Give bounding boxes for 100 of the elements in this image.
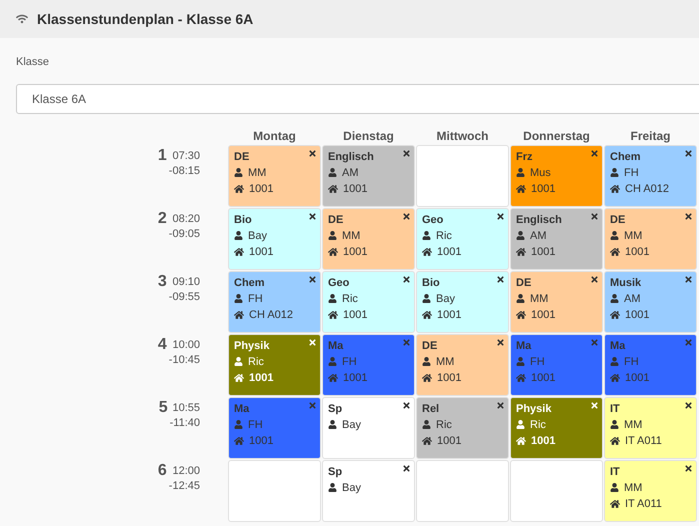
teacher-label: FH [624,166,639,180]
home-icon [516,436,526,446]
end-time: -12:45 [168,478,200,494]
lesson-card[interactable]: Rel Ric 1001 [416,396,509,458]
lesson-card[interactable]: Sp Bay [322,460,415,522]
teacher-label: MM [624,228,642,244]
lesson-card[interactable]: IT MM IT A011 [604,460,697,522]
lesson-card[interactable]: DE MM 1001 [322,208,415,270]
teacher-label: FH [342,354,357,370]
person-icon [234,231,243,240]
close-icon[interactable] [684,148,693,158]
teacher-label: Ric [342,292,358,306]
home-icon [328,372,338,382]
lesson-card[interactable]: Chem FH CH A012 [604,144,697,206]
room-label: 1001 [343,182,368,196]
lesson-card[interactable]: Sp Bay [322,396,415,458]
subject-label: Bio [234,212,252,228]
close-icon[interactable] [590,274,599,284]
teacher-label: Ric [530,418,546,432]
room-label: 1001 [437,244,462,260]
close-icon[interactable] [684,274,693,284]
close-icon[interactable] [402,212,411,220]
teacher-label: MM [342,228,360,244]
home-icon [234,372,244,382]
person-icon [516,294,525,303]
lesson-card[interactable]: DE MM 1001 [416,334,509,396]
home-icon [234,436,244,446]
close-icon[interactable] [308,148,317,158]
person-icon [610,483,619,492]
close-icon[interactable] [496,338,505,346]
room-label: 1001 [249,182,274,196]
room-label: 1001 [249,244,274,260]
page-title: Klassenstundenplan - Klasse 6A [37,10,254,29]
room-label: 1001 [531,308,556,322]
home-icon [610,246,620,256]
home-icon [422,310,432,320]
subject-label: DE [328,212,344,228]
close-icon[interactable] [590,148,599,158]
subject-label: IT [610,464,620,480]
room-label: 1001 [343,370,368,386]
person-icon [610,420,619,429]
close-icon[interactable] [590,212,599,220]
lesson-card[interactable]: Physik Ric 1001 [510,396,603,458]
person-icon [328,231,337,240]
lesson-card[interactable]: DE MM 1001 [228,144,321,206]
close-icon[interactable] [308,274,317,284]
subject-label: Ma [234,402,250,416]
lesson-card[interactable]: DE MM 1001 [604,208,697,270]
person-icon [234,420,243,429]
start-time: 09:10 [172,274,200,290]
teacher-label: FH [248,418,263,432]
person-icon [328,483,337,492]
home-icon [234,246,244,256]
home-icon [328,310,338,320]
lesson-card[interactable]: Bio Bay 1001 [416,270,509,332]
room-label: 1001 [531,244,556,260]
lesson-card[interactable]: DE MM 1001 [510,270,603,332]
close-icon[interactable] [684,212,693,220]
person-icon [234,294,243,303]
period-number: 4 [158,336,167,354]
class-select[interactable]: Klasse 6A [16,84,699,114]
close-icon[interactable] [402,464,411,472]
lesson-card[interactable]: Bio Bay 1001 [228,208,321,270]
subject-label: Chem [610,150,641,164]
close-icon[interactable] [684,400,693,410]
lesson-card[interactable]: Geo Ric 1001 [322,270,415,332]
period-number: 1 [158,146,167,164]
teacher-label: Bay [342,418,361,432]
close-icon[interactable] [496,400,505,410]
room-label: 1001 [343,244,368,260]
subject-label: Geo [422,212,444,228]
lesson-card[interactable]: Englisch AM 1001 [322,144,415,206]
lesson-card[interactable]: IT MM IT A011 [604,396,697,458]
room-label: 1001 [625,370,650,386]
day-header: Freitag [629,128,672,144]
room-label: 1001 [625,244,650,260]
person-icon [610,168,619,177]
end-time: -11:40 [170,416,200,430]
lesson-card[interactable]: Musik AM 1001 [604,270,697,332]
room-label: CH A012 [249,308,294,322]
lesson-card[interactable]: Englisch AM 1001 [510,208,603,270]
day-header: Donnerstag [522,128,591,144]
lesson-card[interactable]: Frz Mus 1001 [510,144,603,206]
person-icon [422,294,431,303]
lesson-card[interactable]: Physik Ric 1001 [228,334,321,396]
lesson-card[interactable]: Geo Ric 1001 [416,208,509,270]
close-icon[interactable] [496,212,505,220]
period-number: 5 [158,398,168,416]
teacher-label: Bay [436,292,455,306]
subject-label: Musik [610,276,642,290]
close-icon[interactable] [496,274,505,284]
subject-label: Physik [234,338,270,354]
close-icon[interactable] [684,464,693,472]
close-icon[interactable] [402,274,411,284]
close-icon[interactable] [402,148,411,158]
room-label: CH A012 [625,182,670,196]
close-icon[interactable] [402,400,411,410]
close-icon[interactable] [308,212,317,220]
lesson-card[interactable]: Chem FH CH A012 [228,270,321,332]
person-icon [328,168,337,177]
